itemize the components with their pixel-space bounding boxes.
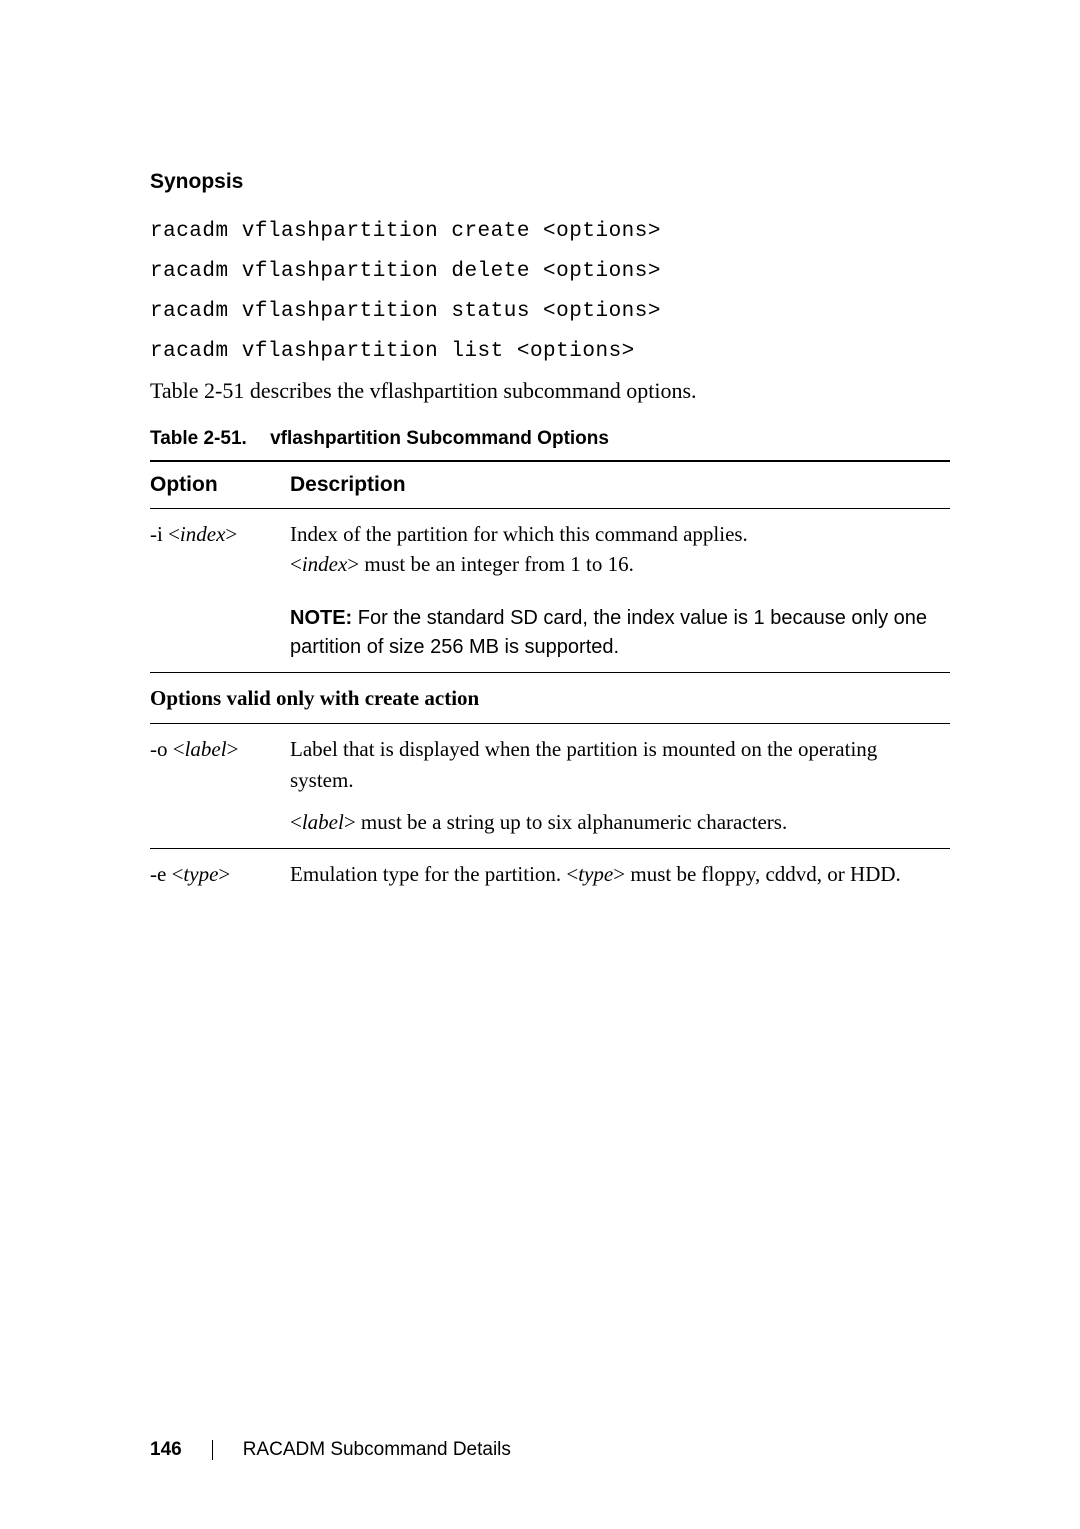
synopsis-code-line-1: racadm vflashpartition create <options> <box>150 212 950 252</box>
table-row: -o <label> Label that is displayed when … <box>150 724 950 805</box>
table-note-row: NOTE: For the standard SD card, the inde… <box>150 590 950 673</box>
opt-o-prefix: -o < <box>150 737 185 761</box>
opt-e-desc-a: Emulation type for the partition. < <box>290 862 578 886</box>
opt-e-desc-b: > must be floppy, cddvd, or HDD. <box>613 862 901 886</box>
opt-i-suffix: > <box>225 522 237 546</box>
option-cell: -i <index> <box>150 509 290 590</box>
description-cell: Emulation type for the partition. <type>… <box>290 848 950 899</box>
table-row: -i <index> Index of the partition for wh… <box>150 509 950 590</box>
section-create-cell: Options valid only with create action <box>150 672 950 723</box>
table-title-text: vflashpartition Subcommand Options <box>270 428 609 449</box>
opt-i-desc2a: < <box>290 552 302 576</box>
opt-i-prefix: -i < <box>150 522 180 546</box>
opt-o-suffix: > <box>227 737 239 761</box>
page-footer: 146 RACADM Subcommand Details <box>150 1439 511 1461</box>
synopsis-code-line-4: racadm vflashpartition list <options> <box>150 332 950 372</box>
note-label: NOTE: <box>290 607 358 629</box>
opt-o-desc1: Label that is displayed when the partiti… <box>290 737 877 791</box>
opt-o-var: label <box>185 737 227 761</box>
option-cell: -e <type> <box>150 848 290 899</box>
opt-o-desc2a: < <box>290 810 302 834</box>
synopsis-code-line-3: racadm vflashpartition status <options> <box>150 292 950 332</box>
description-cell: <label> must be a string up to six alpha… <box>290 805 950 848</box>
footer-divider <box>212 1440 213 1460</box>
opt-o-desc2var: label <box>302 810 344 834</box>
note-cell: NOTE: For the standard SD card, the inde… <box>290 590 950 673</box>
table-title: Table 2-51. vflashpartition Subcommand O… <box>150 428 950 450</box>
note-text: For the standard SD card, the index valu… <box>290 607 927 658</box>
opt-i-desc1: Index of the partition for which this co… <box>290 522 748 546</box>
options-table: Option Description -i <index> Index of t… <box>150 460 950 900</box>
opt-i-var: index <box>180 522 225 546</box>
table-header-row: Option Description <box>150 461 950 509</box>
opt-e-desc-var: type <box>578 862 613 886</box>
opt-e-suffix: > <box>218 862 230 886</box>
col-header-option: Option <box>150 461 290 509</box>
opt-o-desc2b: > must be a string up to six alphanumeri… <box>344 810 787 834</box>
table-row-continuation: <label> must be a string up to six alpha… <box>150 805 950 848</box>
footer-section: RACADM Subcommand Details <box>243 1439 511 1461</box>
opt-i-desc2var: index <box>302 552 347 576</box>
synopsis-code-line-2: racadm vflashpartition delete <options> <box>150 252 950 292</box>
opt-i-desc2b: > must be an integer from 1 to 16. <box>347 552 634 576</box>
synopsis-body-text: Table 2-51 describes the vflashpartition… <box>150 378 950 404</box>
opt-e-var: type <box>183 862 218 886</box>
table-section-row: Options valid only with create action <box>150 672 950 723</box>
table-number: Table 2-51. <box>150 428 265 449</box>
synopsis-heading: Synopsis <box>150 170 950 194</box>
description-cell: Index of the partition for which this co… <box>290 509 950 590</box>
option-cell: -o <label> <box>150 724 290 805</box>
opt-e-prefix: -e < <box>150 862 183 886</box>
col-header-description: Description <box>290 461 950 509</box>
description-cell: Label that is displayed when the partiti… <box>290 724 950 805</box>
page-number: 146 <box>150 1439 182 1461</box>
table-row: -e <type> Emulation type for the partiti… <box>150 848 950 899</box>
